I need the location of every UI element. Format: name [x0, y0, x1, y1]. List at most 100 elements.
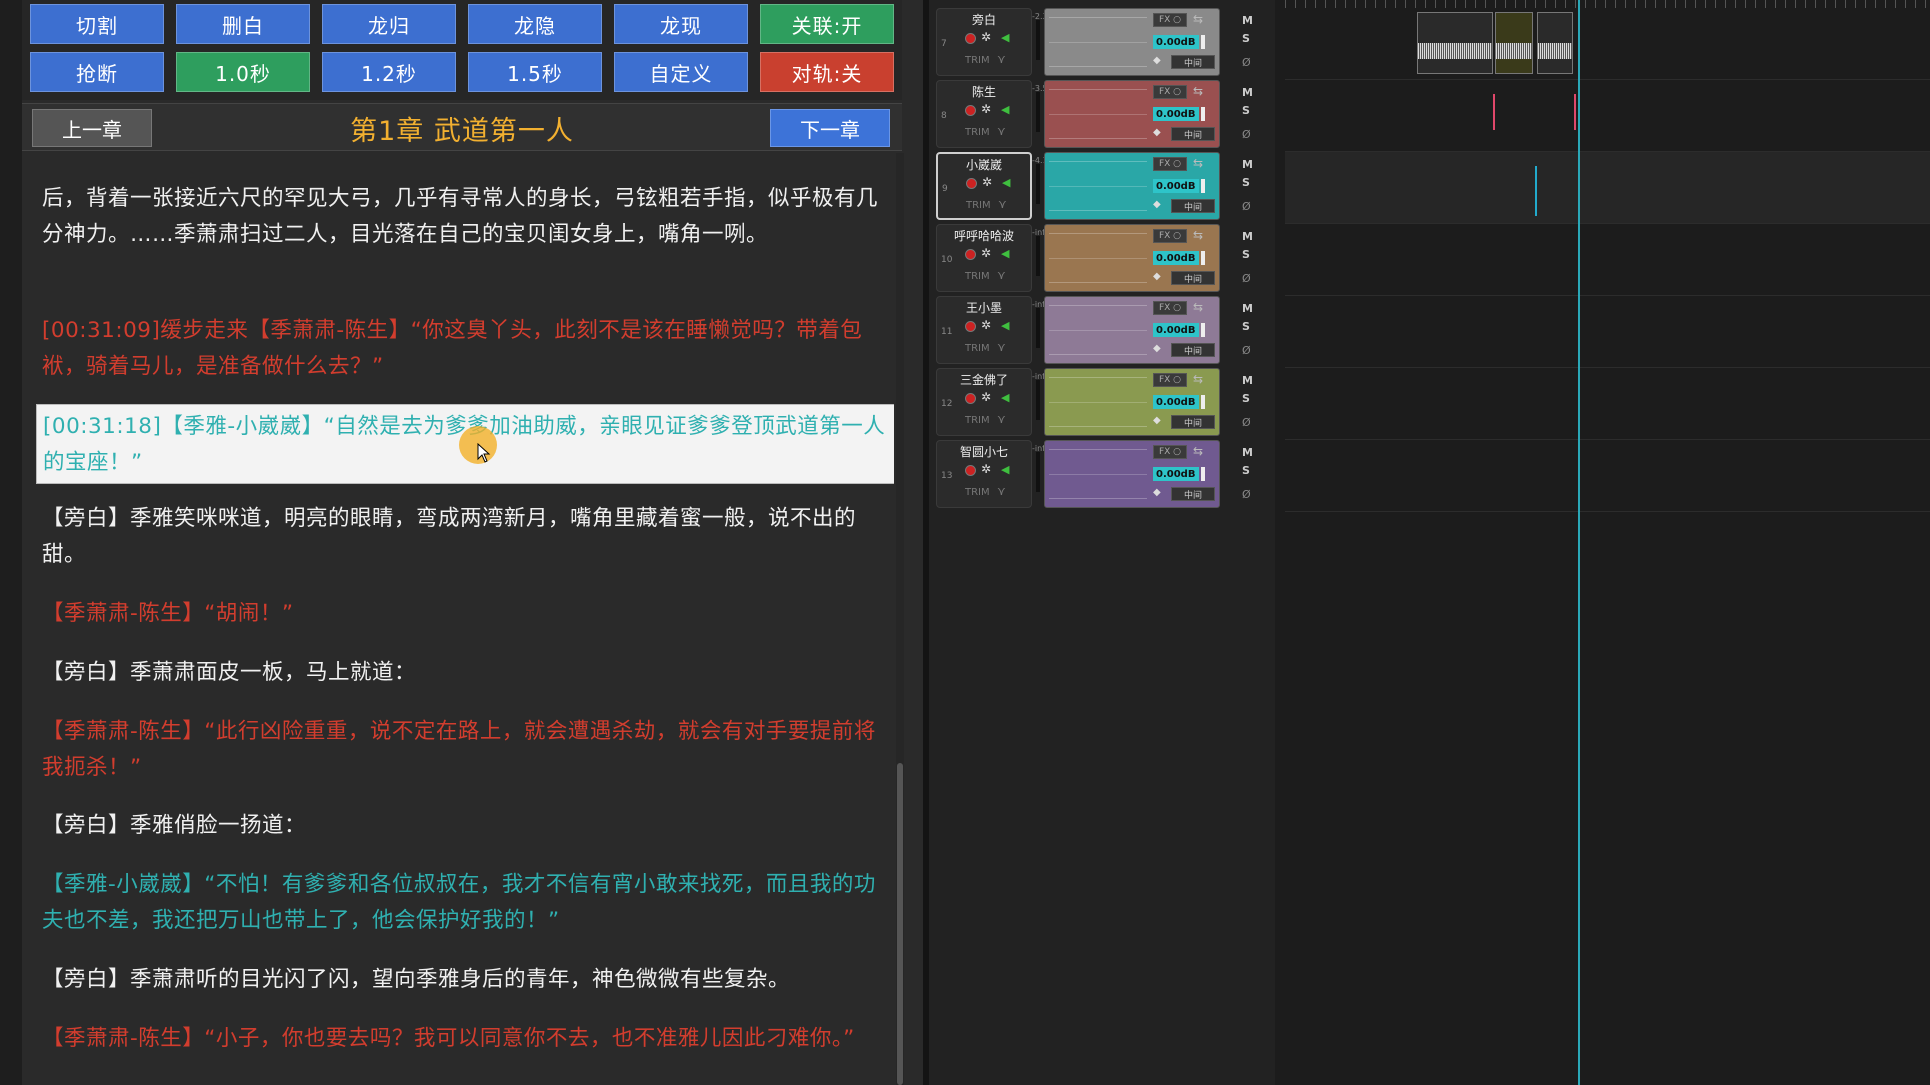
pan-knob-icon[interactable]: ◆ [1153, 199, 1161, 210]
phase-icon[interactable]: Ø [1242, 344, 1251, 357]
volume-fader[interactable] [1201, 323, 1205, 337]
track-header[interactable]: 呼呼哈哈波 10 ✲ ◀ TRIM ⋎ [936, 224, 1032, 292]
track-fx-panel[interactable]: FX ○ ⇆ 0.00dB ◆ 中间 [1044, 152, 1220, 220]
track-header[interactable]: 陈生 8 ✲ ◀ TRIM ⋎ [936, 80, 1032, 148]
track-name[interactable]: 三金佛了 [937, 371, 1031, 388]
automation-icon[interactable]: ⋎ [997, 340, 1006, 354]
next-chapter-button[interactable]: 下一章 [770, 109, 890, 147]
playhead[interactable] [1578, 0, 1580, 1085]
fx-button[interactable]: FX ○ [1153, 229, 1187, 243]
trim-label[interactable]: TRIM [965, 55, 990, 66]
mixer-track[interactable]: 呼呼哈哈波 10 ✲ ◀ TRIM ⋎ -inf FX ○ ⇆ 0.00dB ◆… [932, 222, 1272, 292]
track-fx-panel[interactable]: FX ○ ⇆ 0.00dB ◆ 中间 [1044, 8, 1220, 76]
routing-icon[interactable]: ⇆ [1193, 444, 1203, 458]
track-header[interactable]: 王小墨 11 ✲ ◀ TRIM ⋎ [936, 296, 1032, 364]
automation-icon[interactable]: ⋎ [997, 412, 1006, 426]
custom-gap-button[interactable]: 自定义 [614, 52, 748, 92]
monitor-icon[interactable]: ◀ [1001, 103, 1009, 116]
fx-button[interactable]: FX ○ [1153, 445, 1187, 459]
paragraph-narration[interactable]: 【旁白】季萧肃听的目光闪了闪，望向季雅身后的青年，神色微微有些复杂。 [42, 962, 890, 998]
timeline-lane[interactable] [1285, 8, 1930, 80]
audio-clip[interactable] [1537, 12, 1573, 74]
monitor-icon[interactable]: ◀ [1001, 463, 1009, 476]
pan-knob-icon[interactable]: ◆ [1153, 487, 1161, 498]
solo-button[interactable]: S [1242, 32, 1250, 45]
arrange-timeline[interactable] [1285, 0, 1930, 1085]
routing-icon[interactable]: ⇆ [1193, 228, 1203, 242]
align-track-toggle-button[interactable]: 对轨:关 [760, 52, 894, 92]
volume-readout[interactable]: 0.00dB [1153, 179, 1199, 193]
fx-button[interactable]: FX ○ [1153, 85, 1187, 99]
audio-clip[interactable] [1417, 12, 1493, 74]
mute-button[interactable]: M [1242, 374, 1253, 387]
record-arm-icon[interactable] [966, 178, 977, 189]
monitor-icon[interactable]: ◀ [1001, 247, 1009, 260]
mute-button[interactable]: M [1242, 446, 1253, 459]
pan-readout[interactable]: 中间 [1171, 487, 1215, 501]
track-name[interactable]: 王小墨 [937, 299, 1031, 316]
pan-readout[interactable]: 中间 [1171, 415, 1215, 429]
gear-icon[interactable]: ✲ [982, 175, 992, 189]
gear-icon[interactable]: ✲ [981, 462, 991, 476]
pan-knob-icon[interactable]: ◆ [1153, 127, 1161, 138]
volume-fader[interactable] [1201, 35, 1205, 49]
mixer-track[interactable]: 智圆小七 13 ✲ ◀ TRIM ⋎ -inf FX ○ ⇆ 0.00dB ◆ … [932, 438, 1272, 508]
dragon-return-button[interactable]: 龙归 [322, 4, 456, 44]
paragraph-narration[interactable]: 【旁白】季萧肃面皮一板，马上就道： [42, 655, 890, 691]
mute-button[interactable]: M [1242, 230, 1253, 243]
automation-icon[interactable]: ⋎ [998, 197, 1007, 211]
phase-icon[interactable]: Ø [1242, 272, 1251, 285]
paragraph-dialogue[interactable]: 【季萧肃-陈生】“小子，你也要去吗？我可以同意你不去，也不准雅儿因此刁难你。” [42, 1021, 890, 1057]
mute-button[interactable]: M [1242, 14, 1253, 27]
track-header[interactable]: 旁白 7 ✲ ◀ TRIM ⋎ [936, 8, 1032, 76]
volume-readout[interactable]: 0.00dB [1153, 467, 1199, 481]
volume-readout[interactable]: 0.00dB [1153, 395, 1199, 409]
fx-button[interactable]: FX ○ [1153, 373, 1187, 387]
dragon-show-button[interactable]: 龙现 [614, 4, 748, 44]
gear-icon[interactable]: ✲ [981, 30, 991, 44]
mixer-track[interactable]: 小崴崴 9 ✲ ◀ TRIM ⋎ -4.1 FX ○ ⇆ 0.00dB ◆ 中间… [932, 150, 1272, 220]
prev-chapter-button[interactable]: 上一章 [32, 109, 152, 147]
solo-button[interactable]: S [1242, 248, 1250, 261]
monitor-icon[interactable]: ◀ [1001, 391, 1009, 404]
mute-button[interactable]: M [1242, 302, 1253, 315]
routing-icon[interactable]: ⇆ [1193, 372, 1203, 386]
paragraph-narration[interactable]: 后，背着一张接近六尺的罕见大弓，几乎有寻常人的身长，弓铉粗若手指，似乎极有几分神… [42, 181, 890, 253]
pan-readout[interactable]: 中间 [1171, 343, 1215, 357]
track-header[interactable]: 小崴崴 9 ✲ ◀ TRIM ⋎ [936, 152, 1032, 220]
volume-fader[interactable] [1201, 251, 1205, 265]
solo-button[interactable]: S [1242, 104, 1250, 117]
trim-label[interactable]: TRIM [966, 200, 991, 211]
pan-knob-icon[interactable]: ◆ [1153, 271, 1161, 282]
phase-icon[interactable]: Ø [1242, 200, 1251, 213]
gap-1-5s-button[interactable]: 1.5秒 [468, 52, 602, 92]
timeline-ruler[interactable] [1285, 0, 1930, 8]
track-fx-panel[interactable]: FX ○ ⇆ 0.00dB ◆ 中间 [1044, 80, 1220, 148]
track-fx-panel[interactable]: FX ○ ⇆ 0.00dB ◆ 中间 [1044, 368, 1220, 436]
gear-icon[interactable]: ✲ [981, 246, 991, 260]
mute-button[interactable]: M [1242, 86, 1253, 99]
volume-fader[interactable] [1201, 395, 1205, 409]
monitor-icon[interactable]: ◀ [1001, 31, 1009, 44]
track-name[interactable]: 陈生 [937, 83, 1031, 100]
record-arm-icon[interactable] [965, 249, 976, 260]
track-name[interactable]: 呼呼哈哈波 [937, 227, 1031, 244]
trim-label[interactable]: TRIM [965, 415, 990, 426]
automation-icon[interactable]: ⋎ [997, 268, 1006, 282]
mute-button[interactable]: M [1242, 158, 1253, 171]
script-text-area[interactable]: 后，背着一张接近六尺的罕见大弓，几乎有寻常人的身长，弓铉粗若手指，似乎极有几分神… [22, 153, 894, 1085]
fx-button[interactable]: FX ○ [1153, 301, 1187, 315]
trim-label[interactable]: TRIM [965, 487, 990, 498]
gear-icon[interactable]: ✲ [981, 318, 991, 332]
gap-1-0s-button[interactable]: 1.0秒 [176, 52, 310, 92]
trim-label[interactable]: TRIM [965, 271, 990, 282]
solo-button[interactable]: S [1242, 176, 1250, 189]
volume-readout[interactable]: 0.00dB [1153, 251, 1199, 265]
monitor-icon[interactable]: ◀ [1001, 319, 1009, 332]
fx-button[interactable]: FX ○ [1153, 13, 1187, 27]
track-name[interactable]: 旁白 [937, 11, 1031, 28]
volume-fader[interactable] [1201, 179, 1205, 193]
pan-readout[interactable]: 中间 [1171, 127, 1215, 141]
track-header[interactable]: 智圆小七 13 ✲ ◀ TRIM ⋎ [936, 440, 1032, 508]
phase-icon[interactable]: Ø [1242, 488, 1251, 501]
